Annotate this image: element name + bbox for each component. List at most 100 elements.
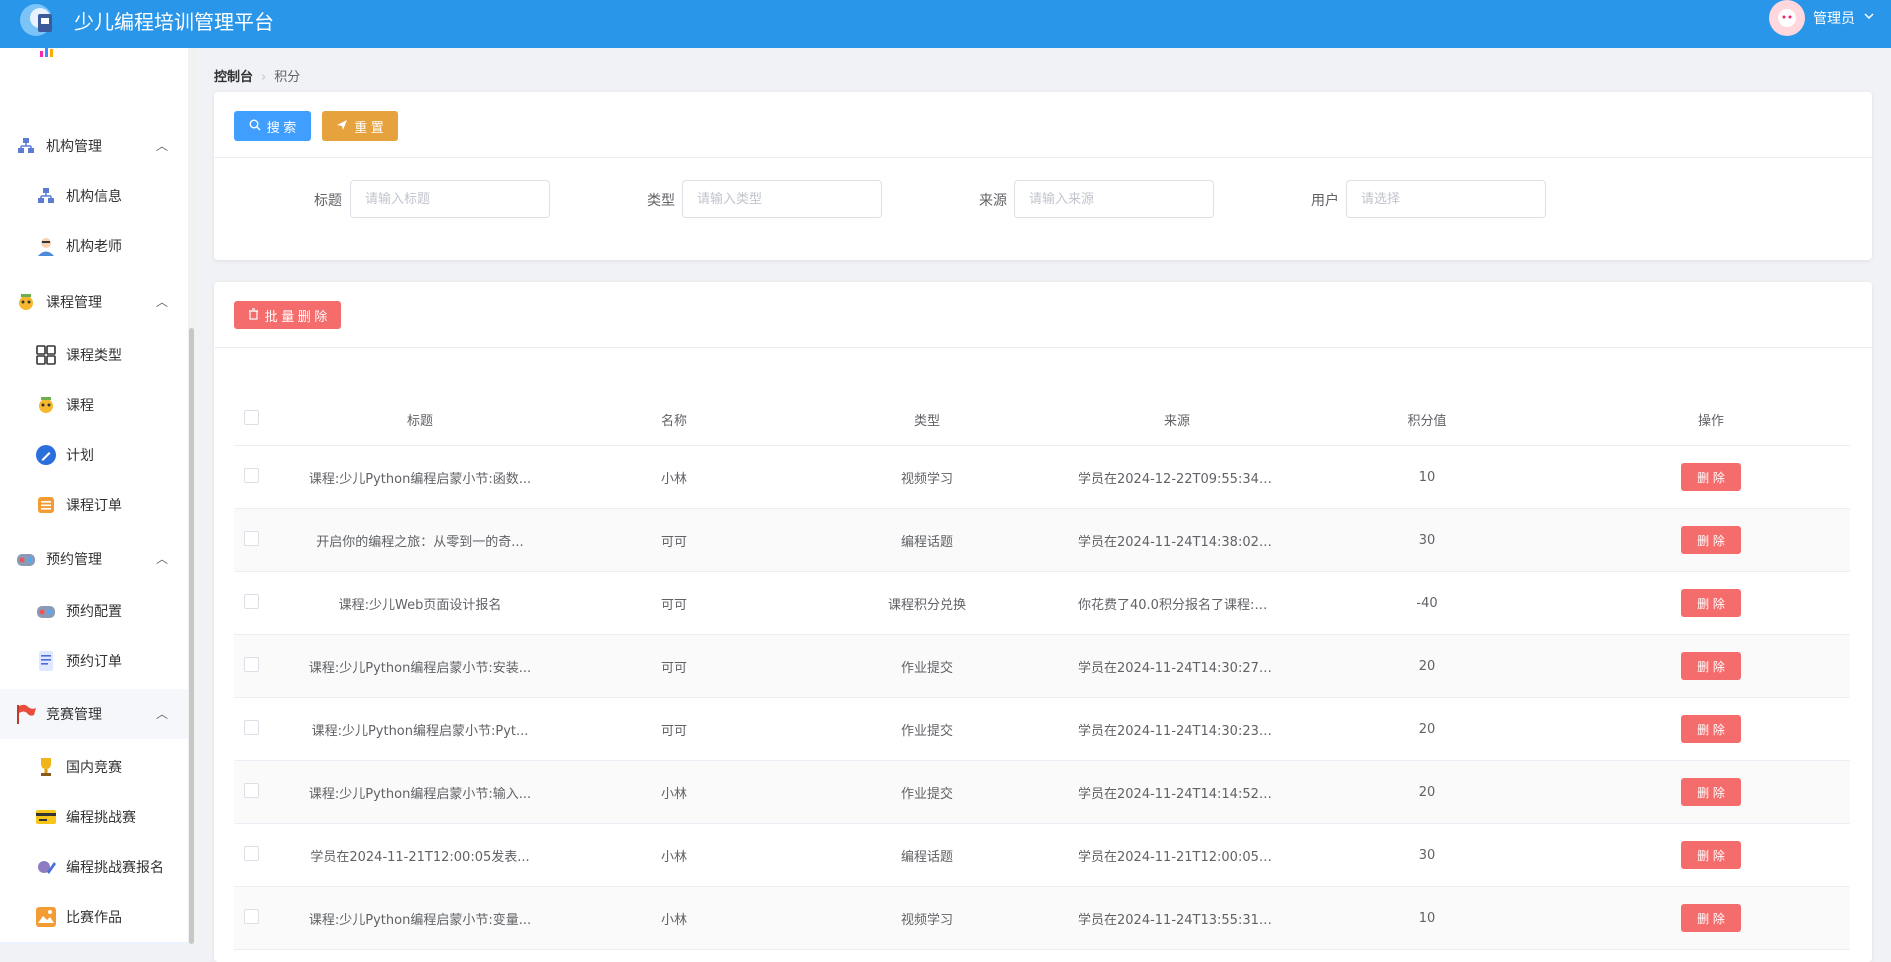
course-icon	[14, 290, 38, 314]
reset-button-label: 重 置	[354, 119, 384, 135]
avatar[interactable]	[1769, 0, 1805, 36]
type-filter-input[interactable]	[682, 180, 882, 218]
column-header-title[interactable]: 标题	[274, 410, 566, 429]
row-checkbox[interactable]	[244, 782, 259, 798]
delete-button[interactable]: 删 除	[1681, 841, 1741, 869]
delete-button[interactable]: 删 除	[1681, 715, 1741, 743]
user-menu[interactable]: 管理员	[1769, 0, 1875, 36]
breadcrumb-current: 积分	[274, 70, 301, 85]
sidebar-item-label: 比赛作品	[66, 910, 122, 926]
table-row[interactable]: 课程:少儿Python编程启蒙小节:Pyt... 可可 作业提交 学员在2024-11…	[234, 698, 1850, 761]
cell-type: 编程话题	[900, 849, 953, 865]
cell-name: 可可	[660, 597, 687, 613]
table-header: 标题 名称 类型 来源 积分值 操作	[234, 393, 1850, 446]
delete-button[interactable]: 删 除	[1681, 526, 1741, 554]
sidebar-item-competition-works[interactable]: 比赛作品	[0, 892, 188, 942]
cell-checkbox	[234, 593, 274, 613]
column-header-type[interactable]: 类型	[782, 410, 1072, 429]
sidebar-item-label: 编程挑战赛报名	[66, 860, 164, 876]
sidebar-item-label: 课程订单	[66, 498, 122, 514]
batch-delete-label: 批 量 删 除	[264, 308, 328, 324]
column-header-name[interactable]: 名称	[566, 410, 782, 429]
title-filter-input[interactable]	[350, 180, 550, 218]
divider	[214, 157, 1872, 158]
cell-points: 10	[1418, 910, 1436, 926]
column-header-source[interactable]: 来源	[1072, 410, 1282, 429]
row-checkbox[interactable]	[244, 719, 259, 735]
user-name[interactable]: 管理员	[1813, 8, 1855, 28]
delete-button[interactable]: 删 除	[1681, 904, 1741, 932]
select-all-checkbox[interactable]	[244, 409, 259, 425]
sidebar-item-org-info[interactable]: 机构信息	[0, 171, 188, 221]
cell-type: 作业提交	[900, 723, 953, 739]
cell-actions: 删 除	[1572, 841, 1850, 869]
sidebar-item-course[interactable]: 课程	[0, 380, 188, 430]
table-row[interactable]: 学员在2024-11-21T12:00:05发表... 小林 编程话题 学员在2024…	[234, 824, 1850, 887]
search-button[interactable]: 搜 索	[234, 111, 311, 141]
delete-button[interactable]: 删 除	[1681, 463, 1741, 491]
row-checkbox[interactable]	[244, 467, 259, 483]
sidebar-item-booking-config[interactable]: 预约配置	[0, 586, 188, 636]
list-icon	[34, 649, 58, 673]
booking-icon	[34, 599, 58, 623]
reset-button[interactable]: 重 置	[322, 111, 398, 141]
column-header-points[interactable]: 积分值	[1282, 410, 1572, 429]
sidebar-item-org-teacher[interactable]: 机构老师	[0, 221, 188, 271]
row-checkbox[interactable]	[244, 530, 259, 546]
sidebar-item-partial[interactable]	[0, 48, 188, 76]
sidebar-item-label: 机构信息	[66, 189, 122, 205]
pencil-icon	[34, 443, 58, 467]
row-checkbox[interactable]	[244, 845, 259, 861]
sidebar-item-coding-challenge[interactable]: 编程挑战赛	[0, 792, 188, 842]
cell-actions: 删 除	[1572, 463, 1850, 491]
sidebar-item-booking-order[interactable]: 预约订单	[0, 636, 188, 686]
batch-delete-button[interactable]: 批 量 删 除	[234, 301, 341, 329]
cell-title: 课程:少儿Python编程启蒙小节:变量...	[308, 912, 532, 928]
table-row[interactable]: 课程:少儿Python编程启蒙小节:安装... 可可 作业提交 学员在2024-11-…	[234, 635, 1850, 698]
table-row[interactable]: 课程:少儿Python编程启蒙小节:函数... 小林 视频学习 学员在2024-12-…	[234, 446, 1850, 509]
sidebar-item-course-type[interactable]: 课程类型	[0, 330, 188, 380]
sidebar-item-coding-challenge-signup[interactable]: 编程挑战赛报名	[0, 842, 188, 892]
divider	[214, 347, 1872, 348]
table-row[interactable]: 课程:少儿Web页面设计报名 可可 课程积分兑换 你花费了40.0积分报名了课程:少儿…	[234, 572, 1850, 635]
table-row[interactable]: 开启你的编程之旅：从零到一的奇... 可可 编程话题 学员在2024-11-24T14…	[234, 509, 1850, 572]
breadcrumb-home[interactable]: 控制台	[214, 70, 253, 85]
cell-points: 10	[1418, 469, 1436, 485]
user-select[interactable]	[1346, 180, 1546, 218]
sidebar-item-course-order[interactable]: 课程订单	[0, 480, 188, 530]
sidebar-item-org-management[interactable]: 机构管理 ︿	[0, 121, 188, 171]
delete-button[interactable]: 删 除	[1681, 652, 1741, 680]
sidebar-scrollbar-thumb[interactable]	[189, 328, 194, 944]
sidebar-item-domestic-competition[interactable]: 国内竞赛	[0, 742, 188, 792]
source-filter-input[interactable]	[1014, 180, 1214, 218]
chevron-up-icon: ︿	[155, 139, 168, 153]
cell-source: 你花费了40.0积分报名了课程:少儿...	[1078, 597, 1282, 613]
cell-title: 课程:少儿Web页面设计报名	[338, 597, 502, 613]
sidebar-item-label: 课程类型	[66, 348, 122, 364]
cell-actions: 删 除	[1572, 589, 1850, 617]
chevron-up-icon: ︿	[155, 707, 168, 721]
delete-button[interactable]: 删 除	[1681, 778, 1741, 806]
sidebar-item-label: 课程	[66, 398, 94, 414]
row-checkbox[interactable]	[244, 593, 259, 609]
cell-title: 学员在2024-11-21T12:00:05发表...	[310, 849, 530, 865]
cell-name: 可可	[660, 534, 687, 550]
chevron-down-icon[interactable]	[1863, 10, 1875, 26]
sidebar-item-plan[interactable]: 计划	[0, 430, 188, 480]
row-checkbox[interactable]	[244, 908, 259, 924]
cell-type: 编程话题	[900, 534, 953, 550]
delete-button[interactable]: 删 除	[1681, 589, 1741, 617]
cell-name: 小林	[660, 912, 687, 928]
table-row[interactable]: 课程:少儿Python编程启蒙小节:变量... 小林 视频学习 学员在2024-11-…	[234, 887, 1850, 950]
cell-type: 作业提交	[900, 786, 953, 802]
breadcrumb: 控制台 › 积分	[214, 66, 300, 85]
row-checkbox[interactable]	[244, 656, 259, 672]
sidebar-item-booking-management[interactable]: 预约管理 ︿	[0, 534, 188, 584]
sidebar-scrollbar[interactable]	[188, 48, 195, 944]
sidebar-item-course-management[interactable]: 课程管理 ︿	[0, 277, 188, 327]
cell-title: 课程:少儿Python编程启蒙小节:安装...	[308, 660, 532, 676]
sidebar-item-competition-management[interactable]: 竞赛管理 ︿	[0, 689, 188, 739]
table-row[interactable]: 课程:少儿Python编程启蒙小节:输入... 小林 作业提交 学员在2024-11-…	[234, 761, 1850, 824]
table-card: 批 量 删 除 标题 名称 类型 来源 积分值 操作 课程:少儿Python编程…	[214, 282, 1872, 962]
cell-name: 小林	[660, 786, 687, 802]
